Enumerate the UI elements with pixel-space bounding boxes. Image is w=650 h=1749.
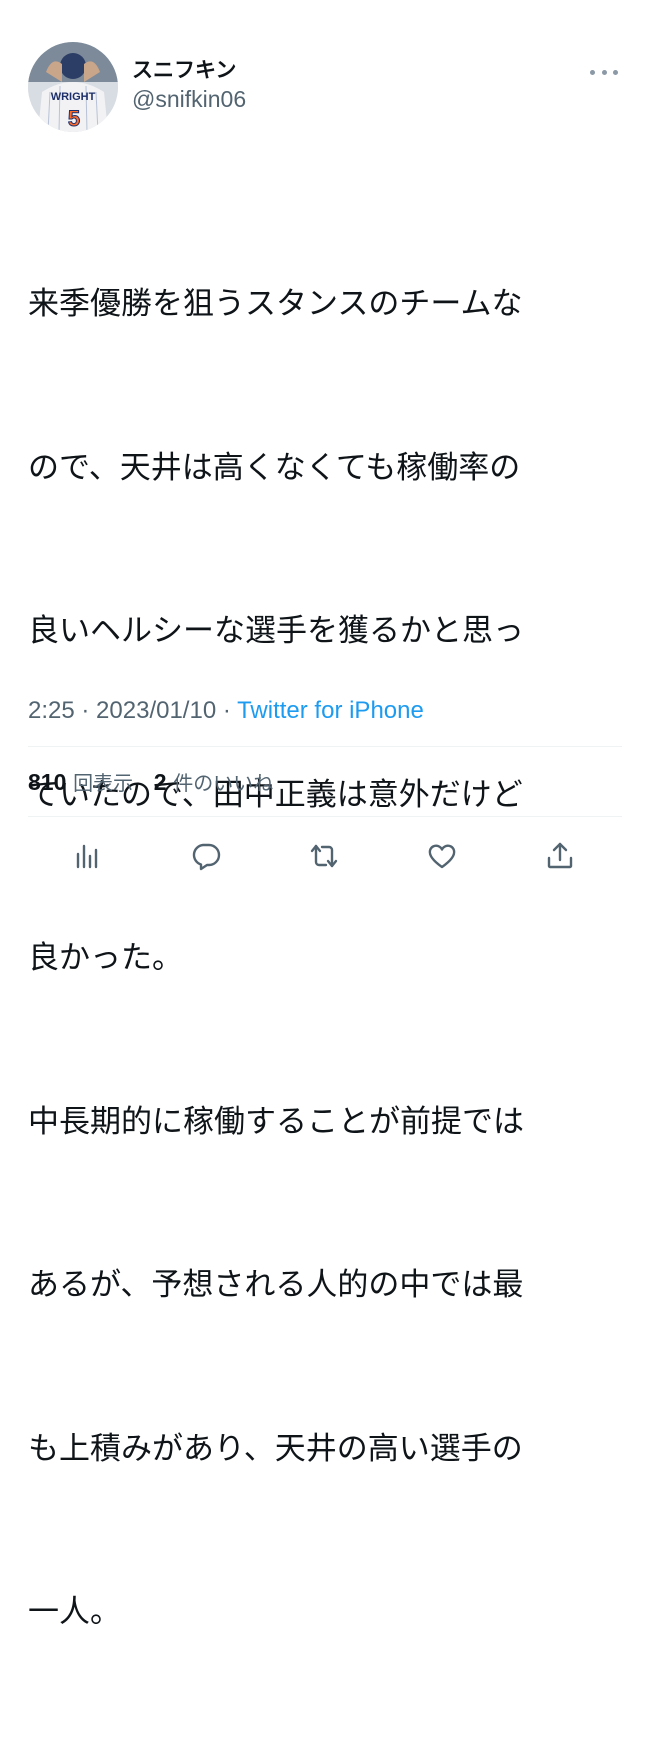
views-count: 810 [28,769,67,795]
likes-stat[interactable]: 2 件のいいね [154,764,273,801]
tweet-date[interactable]: 2023/01/10 [96,697,216,724]
avatar[interactable]: WRIGHT 5 [28,42,118,132]
share-button[interactable] [542,838,578,874]
avatar-image: WRIGHT 5 [28,42,118,132]
views-label: 回表示 [73,771,134,795]
views-stat[interactable]: 810 回表示 [28,764,133,801]
tweet-source-link[interactable]: Twitter for iPhone [237,697,424,724]
tweet-text-line: 良いヘルシーな選手を獲るかと思っ [28,613,524,649]
likes-count: 2 [153,769,167,795]
share-icon [547,842,573,869]
tweet-detail: WRIGHT 5 スニフキン @snifkin06 来季優勝を狙うスタンスのチー… [0,0,650,1630]
speech-bubble-icon [192,843,221,871]
meta-separator: · [216,697,238,724]
tweet-text-line: 良かった。 [28,940,183,976]
more-options-icon[interactable] [590,64,618,80]
tweet-stats: 810 回表示 2 件のいいね [28,764,287,800]
heart-icon [428,844,456,869]
tweet-text-line: 来季優勝を狙うスタンスのチームな [28,286,523,322]
bar-chart-icon [76,844,98,869]
likes-label: 件のいいね [173,771,274,795]
tweet-text-line: も上積みがあり、天井の高い選手の [28,1430,523,1467]
tweet-actions [28,830,622,882]
tweet-text-line: 中長期的に稼働することが前提では [28,1103,524,1140]
divider-top [28,746,622,747]
tweet-time[interactable]: 2:25 [28,697,75,724]
author-handle[interactable]: @snifkin06 [132,84,246,114]
retweet-button[interactable] [306,838,342,874]
tweet-text-line: あるが、予想される人的の中では最 [28,1267,524,1303]
tweet-meta: 2:25 · 2023/01/10 · Twitter for iPhone [28,694,424,728]
author-display-name[interactable]: スニフキン [132,56,246,84]
meta-separator: · [74,697,97,724]
tweet-text: 来季優勝を狙うスタンスのチームな ので、天井は高くなくても稼働率の 良いヘルシー… [28,168,624,1749]
author-names: スニフキン @snifkin06 [132,56,246,114]
reply-button[interactable] [188,838,224,874]
tweet-header: WRIGHT 5 スニフキン @snifkin06 [28,42,622,134]
tweet-text-line: 一人。 [28,1594,121,1630]
analytics-button[interactable] [70,838,106,874]
avatar-jersey-number: 5 [68,106,80,131]
tweet-text-line: ので、天井は高くなくても稼働率の [28,449,521,486]
like-button[interactable] [424,838,460,874]
retweet-icon [310,844,338,868]
avatar-jersey-text: WRIGHT [51,91,96,103]
divider-bottom [28,816,622,817]
